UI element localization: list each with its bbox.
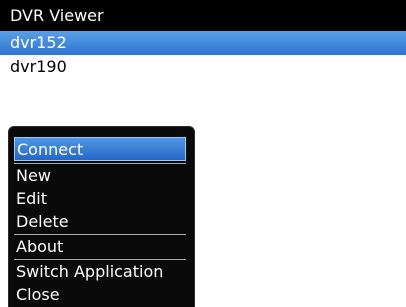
dvr-list: dvr152 dvr190: [0, 31, 406, 79]
list-item-dvr152[interactable]: dvr152: [0, 31, 406, 55]
menu-item-connect[interactable]: Connect: [14, 137, 186, 161]
menu-item-new[interactable]: New: [14, 164, 186, 188]
menu-item-close[interactable]: Close: [14, 283, 186, 307]
app-title-bar: DVR Viewer: [0, 0, 406, 31]
menu-item-switch-application[interactable]: Switch Application: [14, 260, 186, 284]
menu-item-edit[interactable]: Edit: [14, 187, 186, 211]
app-title: DVR Viewer: [10, 6, 104, 25]
context-menu: Connect New Edit Delete About Switch App…: [8, 126, 195, 307]
menu-item-delete[interactable]: Delete: [14, 210, 186, 234]
list-item-dvr190[interactable]: dvr190: [0, 55, 406, 79]
menu-item-about[interactable]: About: [14, 235, 186, 259]
